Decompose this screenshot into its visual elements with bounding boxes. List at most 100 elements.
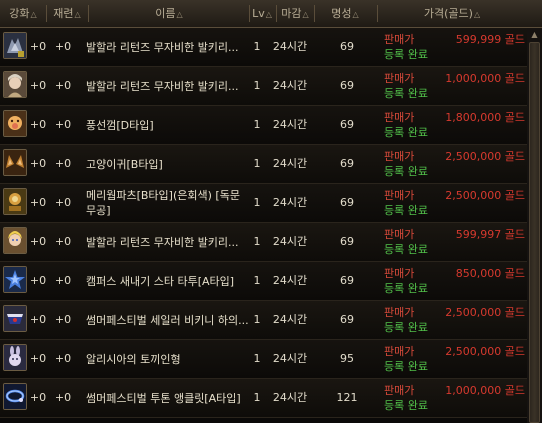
sort-triangle-icon: △ — [302, 10, 309, 19]
reputation-value: 69 — [340, 40, 354, 53]
character-portrait-icon[interactable] — [3, 71, 27, 98]
table-row[interactable]: +0 +0 발할라 리턴즈 무자비한 발키리... 1 24시간 69 판매가 등록 완료 1,… — [0, 67, 542, 106]
table-row[interactable]: +0 +0 알리시아의 토끼인형 1 24시간 95 판매가 등록 완료 2,500,000 골… — [0, 340, 542, 379]
header-reputation[interactable]: 명성△ — [315, 0, 375, 27]
table-row[interactable]: +0 +0 메리웜파츠[B타입](은회색) [독문무공] 1 24시간 69 판매가 등록 완… — [0, 184, 542, 223]
refine-value: +0 — [54, 196, 72, 209]
deadline-value: 24시간 — [272, 391, 308, 404]
sailor-bikini-icon[interactable] — [3, 305, 27, 332]
price-value: 2,500,000 골드 — [445, 306, 525, 319]
table-row[interactable]: +0 +0 썸머페스티벌 세일러 비키니 하의... 1 24시간 69 판매가등록 완료 2… — [0, 301, 542, 340]
reputation-value: 69 — [340, 274, 354, 287]
deadline-value: 24시간 — [272, 196, 308, 209]
table-row[interactable]: +0 +0 풍선껌[D타입] 1 24시간 69 판매가 등록 완료 1,800,000 골드 — [0, 106, 542, 145]
refine-value: +0 — [54, 274, 72, 287]
sort-triangle-icon: △ — [265, 10, 272, 19]
price-value: 599,997 골드 — [455, 228, 525, 241]
reputation-value: 69 — [340, 235, 354, 248]
header-price[interactable]: 가격(골드)△ — [378, 0, 526, 27]
price-value: 1,000,000 골드 — [445, 384, 525, 397]
status-registered-label: 등록 완료 — [384, 321, 428, 334]
enhance-value: +0 — [29, 118, 47, 131]
table-row[interactable]: +0 +0 썸머페스티벌 투톤 앵클릿[A타입] 1 24시간 121 판매가 등록 완료 1,… — [0, 379, 542, 418]
refine-value: +0 — [54, 352, 72, 365]
scroll-up-icon[interactable]: ▲ — [529, 29, 540, 40]
enhance-value: +0 — [29, 352, 47, 365]
dark-armor-icon[interactable] — [3, 32, 27, 59]
reputation-value: 69 — [340, 196, 354, 209]
header-deadline[interactable]: 마감△ — [277, 0, 313, 27]
listing-status: 판매가 등록 완료 — [384, 227, 428, 257]
status-sale-label: 판매가 — [384, 150, 415, 163]
table-row[interactable]: +0 +0 고양이귀[B타입] 1 24시간 69 판매가 등록 완료 2,500,000 골드 — [0, 145, 542, 184]
item-name: 썸머페스티벌 세일러 비키니 하의... — [86, 314, 249, 327]
enhance-value: +0 — [29, 40, 47, 53]
deadline-value: 24시간 — [272, 79, 308, 92]
blonde-character-icon[interactable] — [3, 227, 27, 254]
reputation-value: 69 — [340, 79, 354, 92]
status-sale-label: 판매가 — [384, 189, 415, 202]
enhance-value: +0 — [29, 79, 47, 92]
status-sale-label: 판매가 — [384, 345, 415, 358]
listing-status: 판매가등록 완료 — [384, 110, 428, 140]
status-registered-label: 등록 완료 — [384, 87, 428, 100]
deadline-value: 24시간 — [272, 313, 308, 326]
header-name[interactable]: 이름△ — [90, 0, 248, 27]
refine-value: +0 — [54, 313, 72, 326]
header-divider — [46, 5, 47, 22]
header-enhance[interactable]: 강화△ — [3, 0, 43, 27]
status-sale-label: 판매가 — [384, 384, 415, 397]
table-row[interactable]: +0 +0 발할라 리턴즈 무자비한 발키리... 1 24시간 69 판매가 등록 완료 59… — [0, 28, 542, 67]
header-lv[interactable]: Lv△ — [250, 0, 274, 27]
status-sale-label: 판매가 — [384, 306, 415, 319]
balloon-gum-icon[interactable] — [3, 110, 27, 137]
reputation-value: 69 — [340, 118, 354, 131]
refine-value: +0 — [54, 79, 72, 92]
status-registered-label: 등록 완료 — [384, 399, 428, 412]
level-value: 1 — [253, 40, 261, 53]
level-value: 1 — [253, 313, 261, 326]
item-name: 발할라 리턴즈 무자비한 발키리... — [86, 41, 239, 54]
listing-status: 판매가 등록 완료 — [384, 344, 428, 374]
enhance-value: +0 — [29, 313, 47, 326]
blue-star-icon[interactable] — [3, 266, 27, 293]
reputation-value: 69 — [340, 313, 354, 326]
listing-status: 판매가등록 완료 — [384, 71, 428, 101]
header-refine[interactable]: 재련△ — [48, 0, 86, 27]
blue-bracelet-icon[interactable] — [3, 383, 27, 410]
price-value: 599,999 골드 — [455, 33, 525, 46]
scrollbar[interactable]: ▲ — [527, 28, 542, 423]
scrollbar-thumb[interactable] — [529, 42, 540, 423]
deadline-value: 24시간 — [272, 274, 308, 287]
listing-status: 판매가 등록 완료 — [384, 266, 428, 296]
bunny-doll-icon[interactable] — [3, 344, 27, 371]
deadline-value: 24시간 — [272, 157, 308, 170]
status-sale-label: 판매가 — [384, 72, 415, 85]
enhance-value: +0 — [29, 274, 47, 287]
status-registered-label: 등록 완료 — [384, 126, 428, 139]
listing-status: 판매가 등록 완료 — [384, 149, 428, 179]
table-row[interactable]: +0 +0 발할라 리턴즈 무자비한 발키리... 1 24시간 69 판매가 등록 완료 59… — [0, 223, 542, 262]
status-registered-label: 등록 완료 — [384, 243, 428, 256]
enhance-value: +0 — [29, 391, 47, 404]
refine-value: +0 — [54, 118, 72, 131]
cat-ears-icon[interactable] — [3, 149, 27, 176]
price-value: 2,500,000 골드 — [445, 189, 525, 202]
level-value: 1 — [253, 79, 261, 92]
refine-value: +0 — [54, 235, 72, 248]
item-name: 발할라 리턴즈 무자비한 발키리... — [86, 236, 239, 249]
listing-status: 판매가 등록 완료 — [384, 32, 428, 62]
level-value: 1 — [253, 235, 261, 248]
sort-triangle-icon: △ — [352, 10, 359, 19]
table-row[interactable]: +0 +0 캠퍼스 새내기 스타 타투[A타입] 1 24시간 69 판매가 등록 완료 850… — [0, 262, 542, 301]
mary-janes-icon[interactable] — [3, 188, 27, 215]
status-sale-label: 판매가 — [384, 111, 415, 124]
level-value: 1 — [253, 352, 261, 365]
sort-triangle-icon: △ — [176, 10, 183, 19]
enhance-value: +0 — [29, 196, 47, 209]
item-name: 알리시아의 토끼인형 — [86, 353, 181, 366]
item-name: 캠퍼스 새내기 스타 타투[A타입] — [86, 275, 235, 288]
item-name: 풍선껌[D타입] — [86, 119, 154, 132]
price-value: 2,500,000 골드 — [445, 345, 525, 358]
item-name: 발할라 리턴즈 무자비한 발키리... — [86, 80, 239, 93]
